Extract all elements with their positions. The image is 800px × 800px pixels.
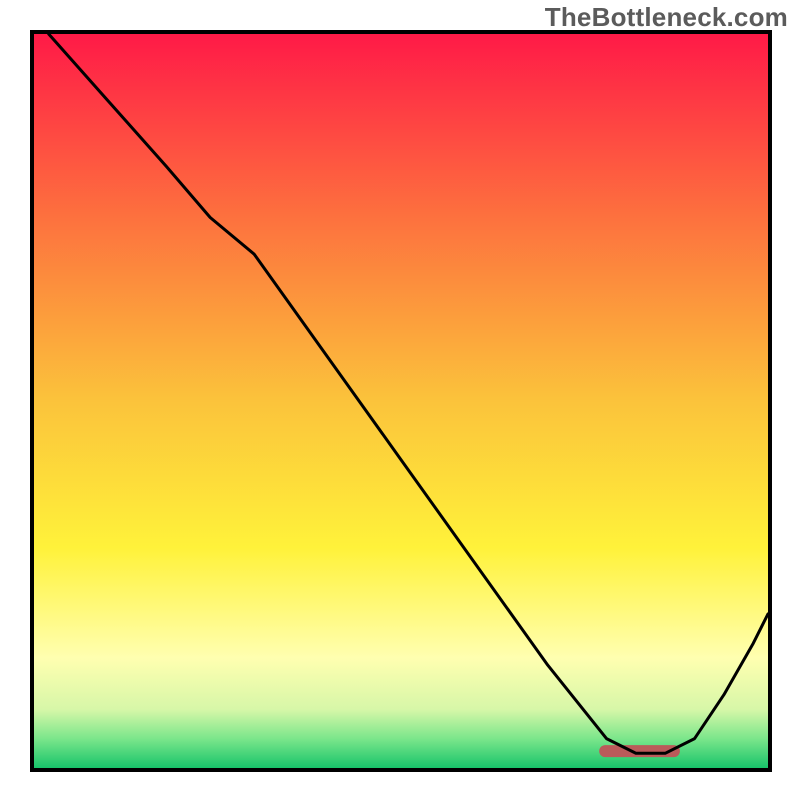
chart-background	[34, 34, 768, 768]
plot-area	[30, 30, 772, 772]
chart-svg	[34, 34, 768, 768]
chart-frame: TheBottleneck.com	[0, 0, 800, 800]
watermark-text: TheBottleneck.com	[545, 2, 788, 33]
